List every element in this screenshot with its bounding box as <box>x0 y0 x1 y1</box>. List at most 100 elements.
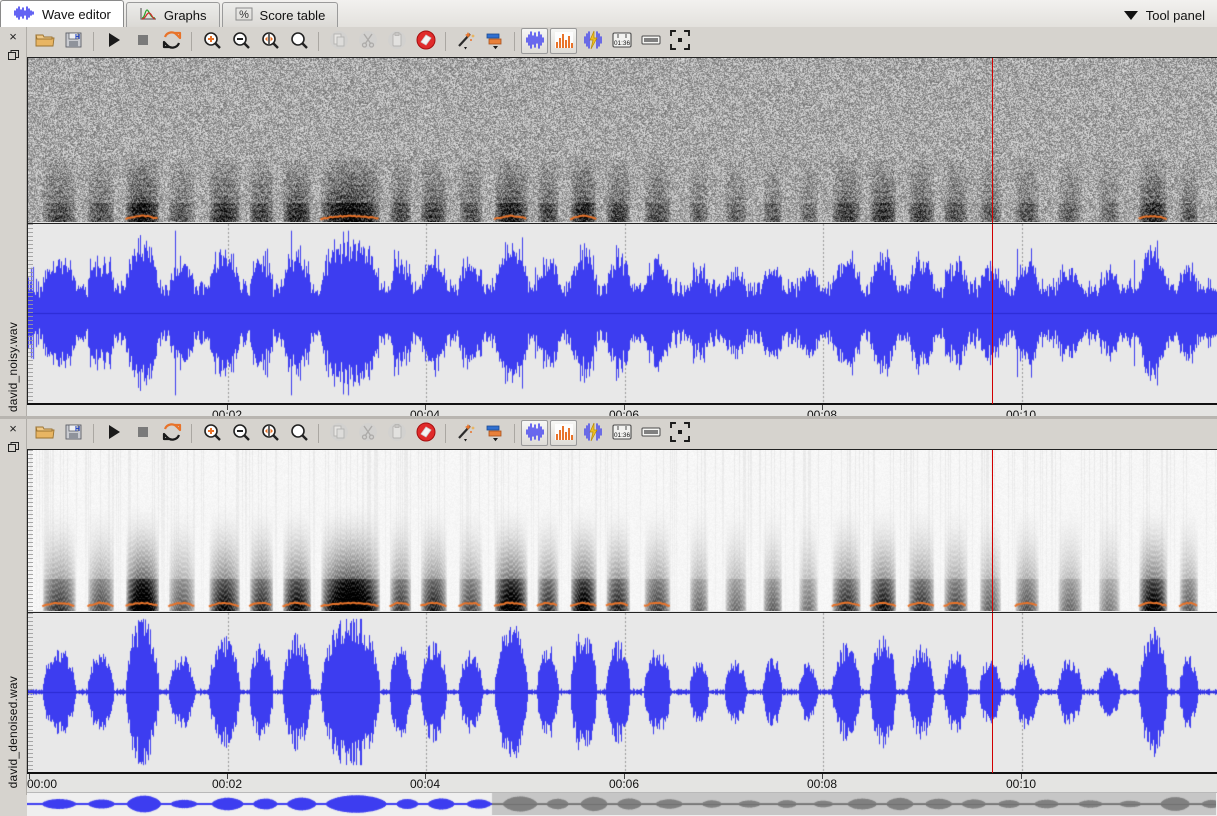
close-panel-button[interactable]: × <box>0 419 26 438</box>
copy-button[interactable] <box>325 28 352 54</box>
stop-button[interactable] <box>129 28 156 54</box>
play-button[interactable] <box>100 28 127 54</box>
restore-panel-button[interactable] <box>0 438 26 457</box>
tab-graphs[interactable]: Graphs <box>125 2 220 27</box>
layers-dropdown-icon <box>485 30 505 53</box>
toolbar-separator <box>191 31 192 51</box>
wave-editor-panel-noisy: × david_noisy.wav H 01:36 00:02 00:04 00:06… <box>0 27 1217 446</box>
magic-wand-icon <box>456 30 476 53</box>
wave-editor-panel-denoised: × david_denoised.wav H 01:36 00:00 00:02 00… <box>0 419 1217 816</box>
axis-tick-label: 00:06 <box>608 777 640 791</box>
tab-label: Score table <box>259 7 326 23</box>
playhead-noisy[interactable] <box>992 58 993 223</box>
tool-panel-label: Tool panel <box>1145 8 1205 23</box>
restore-icon <box>7 442 19 452</box>
layers-button[interactable] <box>481 28 508 54</box>
timer-button[interactable]: 01:36 <box>608 420 635 446</box>
frequency-ruler-denoised <box>28 450 33 612</box>
toolbar-denoised: H 01:36 <box>27 419 1217 447</box>
save-disk-icon: H <box>64 422 84 445</box>
playhead-denoised-wave[interactable] <box>992 613 993 773</box>
scissors-icon <box>358 422 378 445</box>
open-file-button[interactable] <box>31 28 58 54</box>
loop-repeat-icon <box>162 422 182 445</box>
save-file-button[interactable]: H <box>60 420 87 446</box>
show-spectrum-button[interactable] <box>550 420 577 446</box>
loop-button[interactable] <box>158 28 185 54</box>
show-waveform-button[interactable] <box>521 28 548 54</box>
clipboard-icon <box>387 30 407 53</box>
zoom-selection-button[interactable] <box>256 420 283 446</box>
open-file-button[interactable] <box>31 420 58 446</box>
time-axis-denoised: 00:00 00:02 00:04 00:06 00:08 00:10 <box>27 772 1217 794</box>
axis-tick-label: 00:02 <box>211 777 243 791</box>
chevron-down-icon <box>1123 11 1138 20</box>
tab-score-table[interactable]: % Score table <box>221 2 339 27</box>
waveform-canvas-noisy[interactable] <box>28 224 1217 404</box>
cut-button[interactable] <box>354 28 381 54</box>
spectrogram-canvas-noisy[interactable] <box>28 58 1217 223</box>
tab-wave-editor[interactable]: Wave editor <box>0 0 124 27</box>
axis-tick-label: 00:10 <box>1005 777 1037 791</box>
layers-button[interactable] <box>481 420 508 446</box>
waveform-view-noisy[interactable] <box>27 223 1217 404</box>
play-button[interactable] <box>100 420 127 446</box>
spectrogram-canvas-denoised[interactable] <box>28 450 1217 612</box>
paste-button[interactable] <box>383 28 410 54</box>
show-pitch-button[interactable] <box>579 28 606 54</box>
zoom-in-button[interactable] <box>198 28 225 54</box>
fullscreen-button[interactable] <box>666 420 693 446</box>
clipboard-icon <box>387 422 407 445</box>
cut-button[interactable] <box>354 420 381 446</box>
toolbar-separator <box>318 31 319 51</box>
playhead-noisy-wave[interactable] <box>992 224 993 404</box>
overview-scrollbar-denoised[interactable] <box>27 792 1217 816</box>
keyboard-button[interactable] <box>637 420 664 446</box>
playhead-denoised[interactable] <box>992 450 993 612</box>
waveform-view-denoised[interactable] <box>27 612 1217 773</box>
spectrogram-view-denoised[interactable] <box>27 449 1217 612</box>
zoom-out-button[interactable] <box>227 28 254 54</box>
zoom-in-button[interactable] <box>198 420 225 446</box>
save-file-button[interactable]: H <box>60 28 87 54</box>
spectrogram-view-noisy[interactable] <box>27 57 1217 223</box>
loop-button[interactable] <box>158 420 185 446</box>
play-icon <box>104 422 124 445</box>
spectrum-view-icon <box>554 30 574 53</box>
paste-button[interactable] <box>383 420 410 446</box>
toolbar-separator <box>93 423 94 443</box>
toolbar-separator <box>318 423 319 443</box>
timer-icon: 01:36 <box>611 30 632 53</box>
svg-text:01:36: 01:36 <box>614 432 630 439</box>
copy-icon <box>329 30 349 53</box>
show-spectrum-button[interactable] <box>550 28 577 54</box>
effects-button[interactable] <box>452 420 479 446</box>
stop-button[interactable] <box>129 420 156 446</box>
eraser-stop-icon <box>416 30 436 53</box>
zoom-full-button[interactable] <box>285 420 312 446</box>
timer-button[interactable]: 01:36 <box>608 28 635 54</box>
show-waveform-button[interactable] <box>521 420 548 446</box>
tool-panel-toggle[interactable]: Tool panel <box>1123 8 1217 27</box>
waveform-canvas-denoised[interactable] <box>28 613 1217 773</box>
zoom-out-button[interactable] <box>227 420 254 446</box>
close-panel-button[interactable]: × <box>0 27 26 46</box>
erase-button[interactable] <box>412 420 439 446</box>
eraser-stop-icon <box>416 422 436 445</box>
amplitude-ruler-noisy <box>28 224 33 404</box>
amplitude-ruler-denoised <box>28 613 33 773</box>
fullscreen-button[interactable] <box>666 28 693 54</box>
zoom-selection-button[interactable] <box>256 28 283 54</box>
stop-icon <box>133 30 153 53</box>
erase-button[interactable] <box>412 28 439 54</box>
restore-panel-button[interactable] <box>0 46 26 65</box>
play-icon <box>104 30 124 53</box>
keyboard-icon <box>641 422 661 445</box>
copy-button[interactable] <box>325 420 352 446</box>
show-pitch-button[interactable] <box>579 420 606 446</box>
magic-wand-icon <box>456 422 476 445</box>
zoom-full-button[interactable] <box>285 28 312 54</box>
fullscreen-icon <box>669 29 690 53</box>
keyboard-button[interactable] <box>637 28 664 54</box>
effects-button[interactable] <box>452 28 479 54</box>
